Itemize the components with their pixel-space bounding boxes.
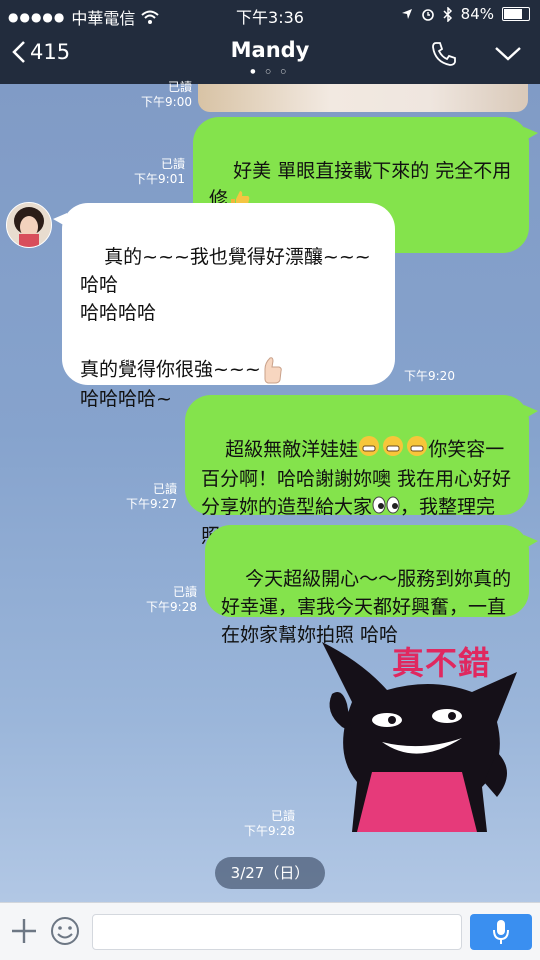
message-time: 下午9:28 (244, 824, 295, 838)
battery-icon (502, 7, 530, 21)
photo-message[interactable] (198, 84, 528, 112)
menu-toggle-button[interactable] (494, 46, 522, 66)
phone-icon (432, 42, 456, 66)
date-separator: 3/27（日） (215, 857, 325, 889)
avatar-photo (7, 203, 51, 247)
outgoing-message[interactable]: 今天超級開心～～服務到妳真的好幸運，害我今天都好興奮，一直在妳家幫妳拍照 哈哈 (205, 525, 538, 646)
read-receipt: 已讀 (270, 809, 295, 823)
emoji-button[interactable] (50, 916, 80, 950)
message-time: 下午9:28 (146, 600, 197, 614)
smiley-icon (51, 917, 79, 945)
message-meta: 已讀 下午9:28 (244, 809, 295, 839)
message-time: 下午9:00 (141, 95, 192, 109)
chat-screen: ●●●●● 中華電信 下午3:36 84% 415 Mandy ● ○ ○ 已讀… (0, 0, 540, 960)
alarm-icon (421, 9, 434, 21)
message-meta: 已讀 下午9:28 (146, 585, 197, 615)
page-indicator: ● ○ ○ (250, 68, 290, 75)
location-icon (401, 9, 412, 19)
microphone-icon (493, 920, 509, 944)
chat-header: 415 Mandy ● ○ ○ (0, 28, 540, 84)
contact-name[interactable]: Mandy (0, 38, 540, 62)
thumbs-up-emoji-icon (264, 357, 282, 384)
read-receipt: 已讀 (152, 482, 177, 496)
message-time: 下午9:27 (126, 497, 177, 511)
status-bar: ●●●●● 中華電信 下午3:36 84% (0, 0, 540, 28)
battery-fill (504, 9, 522, 19)
message-meta: 已讀 下午9:27 (126, 482, 177, 512)
eyes-emoji-icon (372, 494, 400, 522)
outgoing-message[interactable]: 超級無敵洋娃娃 你笑容一百分啊！哈哈謝謝妳噢 我在用心好好分享妳的造型給大家 ，我整… (185, 395, 538, 547)
message-meta: 已讀 下午9:00 (141, 80, 192, 110)
grin-emoji-icon (358, 435, 428, 465)
message-meta: 已讀 下午9:01 (134, 157, 185, 187)
message-input-bar (0, 902, 540, 960)
message-text: 超級無敵洋娃娃 (225, 438, 359, 461)
read-receipt: 已讀 (167, 80, 192, 94)
read-receipt: 已讀 (160, 157, 185, 171)
battery-percent: 84% (460, 5, 494, 23)
message-time: 下午9:20 (404, 369, 455, 383)
bluetooth-icon (443, 6, 452, 22)
incoming-message[interactable]: 真的~~~我也覺得好漂釀~~~哈哈 哈哈哈哈 真的覺得你很強~~~ 哈哈哈哈~ (53, 203, 395, 410)
message-time: 下午9:01 (134, 172, 185, 186)
sticker-caption: 真不錯 (392, 644, 492, 682)
plus-icon (12, 919, 36, 943)
chevron-down-icon (495, 47, 521, 61)
read-receipt: 已讀 (172, 585, 197, 599)
message-input[interactable] (92, 914, 462, 950)
message-text: 真的~~~我也覺得好漂釀~~~哈哈 哈哈哈哈 真的覺得你很強~~~ (80, 246, 371, 381)
contact-avatar[interactable] (6, 202, 52, 248)
sticker-message[interactable]: 真不錯 (312, 632, 522, 837)
message-text: 哈哈哈哈~ (80, 388, 172, 410)
voice-button[interactable] (470, 914, 532, 950)
add-button[interactable] (10, 917, 38, 949)
call-button[interactable] (430, 40, 458, 72)
